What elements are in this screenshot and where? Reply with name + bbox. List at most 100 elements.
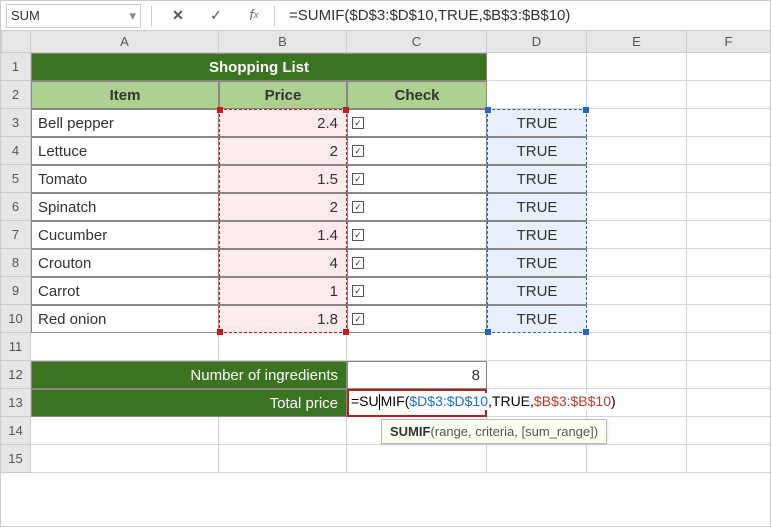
cell[interactable] <box>687 193 771 221</box>
cell[interactable] <box>687 249 771 277</box>
price-cell[interactable]: 4 <box>219 249 347 277</box>
checkbox[interactable]: ✓ <box>352 313 364 325</box>
range-handle-icon[interactable] <box>485 329 491 335</box>
check-cell[interactable]: ✓ <box>347 137 487 165</box>
col-header[interactable]: B <box>219 31 347 53</box>
cell[interactable] <box>219 417 347 445</box>
cell[interactable] <box>587 193 687 221</box>
col-check-header[interactable]: Check <box>347 81 487 109</box>
total-price-label[interactable]: Total price <box>31 389 347 417</box>
cell[interactable] <box>587 165 687 193</box>
price-cell[interactable]: 2.4 <box>219 109 347 137</box>
range-handle-icon[interactable] <box>343 107 349 113</box>
cell[interactable] <box>687 53 771 81</box>
fx-icon[interactable]: fx <box>242 4 266 28</box>
cell[interactable] <box>687 361 771 389</box>
item-cell[interactable]: Cucumber <box>31 221 219 249</box>
checkbox[interactable]: ✓ <box>352 229 364 241</box>
cell[interactable] <box>687 221 771 249</box>
cell[interactable] <box>587 305 687 333</box>
d-cell[interactable]: TRUE <box>487 221 587 249</box>
cell[interactable] <box>347 333 487 361</box>
row-header[interactable]: 8 <box>1 249 31 277</box>
cell[interactable] <box>487 361 587 389</box>
range-handle-icon[interactable] <box>217 107 223 113</box>
col-item-header[interactable]: Item <box>31 81 219 109</box>
cell[interactable] <box>487 333 587 361</box>
row-header[interactable]: 14 <box>1 417 31 445</box>
price-cell[interactable]: 1.8 <box>219 305 347 333</box>
d-cell[interactable]: TRUE <box>487 165 587 193</box>
price-cell[interactable]: 1 <box>219 277 347 305</box>
formula-input[interactable]: =SUMIF($D$3:$D$10,TRUE,$B$3:$B$10) <box>289 7 570 24</box>
check-cell[interactable]: ✓ <box>347 221 487 249</box>
cancel-icon[interactable]: ✕ <box>166 4 190 28</box>
num-ingredients-value[interactable]: 8 <box>347 361 487 389</box>
cell[interactable] <box>587 277 687 305</box>
item-cell[interactable]: Bell pepper <box>31 109 219 137</box>
price-cell[interactable]: 2 <box>219 137 347 165</box>
checkbox[interactable]: ✓ <box>352 201 364 213</box>
item-cell[interactable]: Tomato <box>31 165 219 193</box>
cell[interactable] <box>587 53 687 81</box>
checkbox[interactable]: ✓ <box>352 117 364 129</box>
d-cell[interactable]: TRUE <box>487 249 587 277</box>
num-ingredients-label[interactable]: Number of ingredients <box>31 361 347 389</box>
cell[interactable] <box>31 445 219 473</box>
checkbox[interactable]: ✓ <box>352 257 364 269</box>
item-cell[interactable]: Spinatch <box>31 193 219 221</box>
cell[interactable] <box>687 333 771 361</box>
cell[interactable] <box>487 53 587 81</box>
row-header[interactable]: 15 <box>1 445 31 473</box>
checkbox[interactable]: ✓ <box>352 285 364 297</box>
cell[interactable] <box>687 137 771 165</box>
col-price-header[interactable]: Price <box>219 81 347 109</box>
range-handle-icon[interactable] <box>583 107 589 113</box>
cell[interactable] <box>219 333 347 361</box>
cell[interactable] <box>31 417 219 445</box>
row-header[interactable]: 11 <box>1 333 31 361</box>
check-cell[interactable]: ✓ <box>347 305 487 333</box>
cell[interactable] <box>487 445 587 473</box>
range-handle-icon[interactable] <box>485 107 491 113</box>
row-header[interactable]: 9 <box>1 277 31 305</box>
row-header[interactable]: 2 <box>1 81 31 109</box>
cell[interactable] <box>687 81 771 109</box>
check-cell[interactable]: ✓ <box>347 165 487 193</box>
confirm-icon[interactable]: ✓ <box>204 4 228 28</box>
cell[interactable] <box>31 333 219 361</box>
col-header[interactable]: D <box>487 31 587 53</box>
cell[interactable] <box>687 165 771 193</box>
item-cell[interactable]: Red onion <box>31 305 219 333</box>
row-header[interactable]: 10 <box>1 305 31 333</box>
item-cell[interactable]: Lettuce <box>31 137 219 165</box>
col-header[interactable]: C <box>347 31 487 53</box>
cell[interactable] <box>347 445 487 473</box>
cell[interactable] <box>587 333 687 361</box>
table-title[interactable]: Shopping List <box>31 53 487 81</box>
cell[interactable] <box>587 249 687 277</box>
cell[interactable] <box>587 109 687 137</box>
d-cell[interactable]: TRUE <box>487 277 587 305</box>
cell[interactable] <box>587 361 687 389</box>
range-handle-icon[interactable] <box>343 329 349 335</box>
row-header[interactable]: 6 <box>1 193 31 221</box>
row-header[interactable]: 3 <box>1 109 31 137</box>
spreadsheet-grid[interactable]: A B C D E F 1 Shopping List 2 Item Price… <box>1 31 770 473</box>
price-cell[interactable]: 2 <box>219 193 347 221</box>
cell[interactable] <box>687 109 771 137</box>
cell[interactable] <box>487 81 587 109</box>
cell[interactable] <box>687 389 771 417</box>
select-all-corner[interactable] <box>1 31 31 53</box>
cell[interactable] <box>687 417 771 445</box>
row-header[interactable]: 12 <box>1 361 31 389</box>
row-header[interactable]: 7 <box>1 221 31 249</box>
price-cell[interactable]: 1.5 <box>219 165 347 193</box>
check-cell[interactable]: ✓ <box>347 249 487 277</box>
active-cell[interactable]: =SUMIF($D$3:$D$10,TRUE,$B$3:$B$10) <box>347 389 487 417</box>
d-cell[interactable]: TRUE <box>487 193 587 221</box>
d-cell[interactable]: TRUE <box>487 109 587 137</box>
col-header[interactable]: A <box>31 31 219 53</box>
cell[interactable] <box>687 305 771 333</box>
item-cell[interactable]: Carrot <box>31 277 219 305</box>
